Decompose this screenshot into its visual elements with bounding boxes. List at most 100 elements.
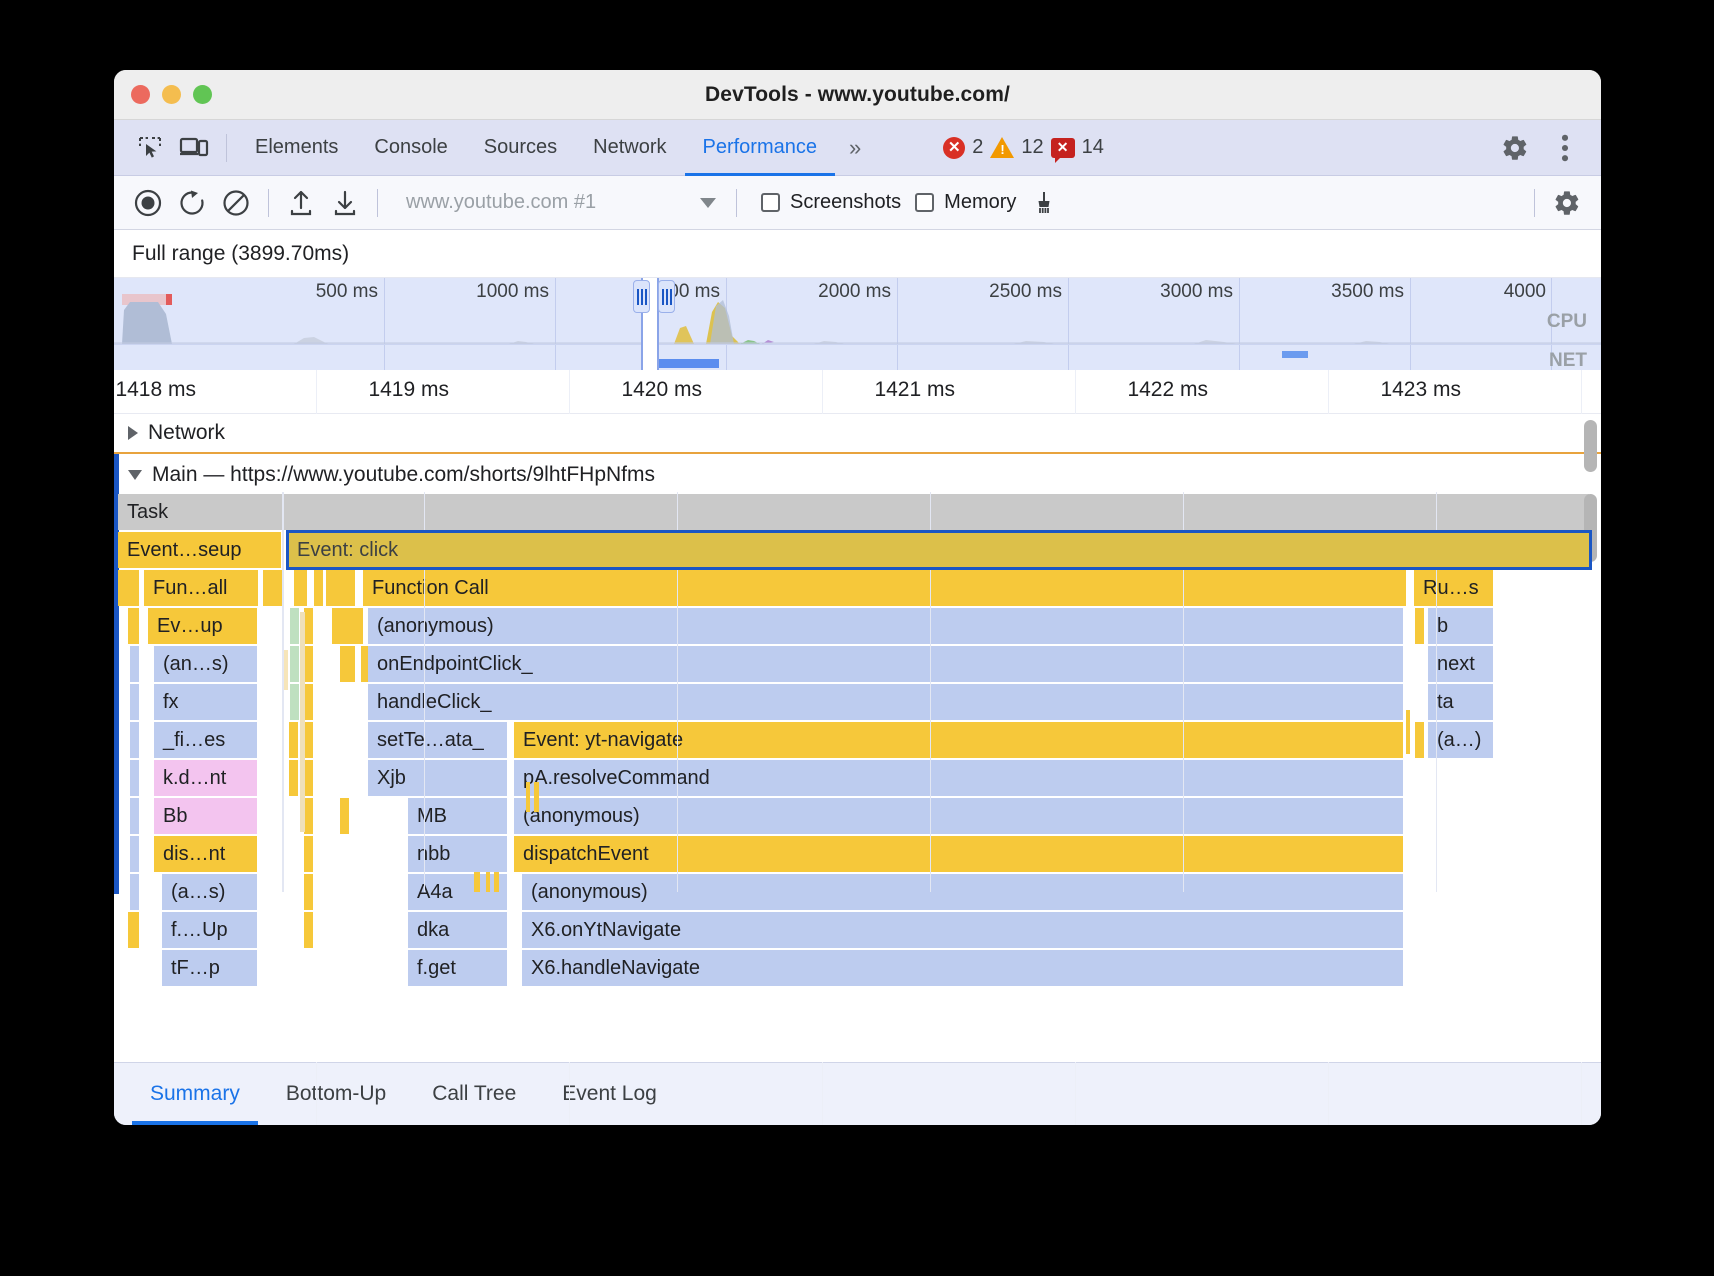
tab-sources[interactable]: Sources bbox=[466, 120, 575, 176]
flame-bar-fx[interactable]: fx bbox=[154, 684, 258, 720]
device-toolbar-icon[interactable] bbox=[172, 128, 216, 168]
flame-bar-mb[interactable]: MB bbox=[408, 798, 508, 834]
flame-bar-segment[interactable] bbox=[128, 608, 140, 644]
flame-bar-segment[interactable] bbox=[289, 760, 299, 796]
overview-right-handle[interactable] bbox=[658, 280, 675, 313]
flame-bar-pa-resolvecommand[interactable]: pA.resolveCommand bbox=[514, 760, 1404, 796]
track-header-main[interactable]: Main — https://www.youtube.com/shorts/9l… bbox=[114, 456, 655, 494]
flame-bar-a-s[interactable]: (a…s) bbox=[162, 874, 258, 910]
flame-bar-fun-all[interactable]: Fun…all bbox=[144, 570, 259, 606]
flame-bar-a4a[interactable]: A4a bbox=[408, 874, 508, 910]
flame-bar-segment[interactable] bbox=[294, 570, 308, 606]
reload-record-icon[interactable] bbox=[170, 183, 214, 223]
flame-bar-segment[interactable] bbox=[332, 608, 364, 644]
screenshots-checkbox[interactable]: Screenshots bbox=[761, 191, 901, 214]
error-counter[interactable]: ✕ 2 bbox=[943, 136, 983, 159]
flame-bar-segment[interactable] bbox=[130, 722, 140, 758]
tab-elements[interactable]: Elements bbox=[237, 120, 356, 176]
violation-counter[interactable]: ✕ 14 bbox=[1051, 136, 1104, 159]
timeline-overview[interactable]: 500 ms 1000 ms 1500 ms 2000 ms 2500 ms 3… bbox=[114, 278, 1601, 370]
kebab-menu-icon[interactable] bbox=[1543, 128, 1587, 168]
flame-bar-segment[interactable] bbox=[304, 836, 314, 872]
flame-bar-x6-onytnavigate[interactable]: X6.onYtNavigate bbox=[522, 912, 1404, 948]
flame-bar-segment[interactable] bbox=[290, 646, 300, 682]
flame-bar-dispatchevent[interactable]: dispatchEvent bbox=[514, 836, 1404, 872]
flame-bar-segment[interactable] bbox=[290, 608, 300, 644]
flame-bar-segment[interactable] bbox=[289, 722, 299, 758]
flame-bar-nbb[interactable]: nbb bbox=[408, 836, 508, 872]
flame-bar-segment[interactable] bbox=[304, 684, 314, 720]
flame-bar-segment[interactable] bbox=[263, 570, 283, 606]
collect-garbage-icon[interactable] bbox=[1022, 183, 1066, 223]
track-header-network[interactable]: Network bbox=[114, 414, 225, 452]
memory-checkbox[interactable]: Memory bbox=[915, 191, 1016, 214]
flame-bar-segment[interactable] bbox=[304, 798, 314, 834]
tab-call-tree[interactable]: Call Tree bbox=[414, 1063, 534, 1125]
flame-bar-xjb[interactable]: Xjb bbox=[368, 760, 508, 796]
upload-profile-icon[interactable] bbox=[279, 183, 323, 223]
flame-bar-f-get[interactable]: f.get bbox=[408, 950, 508, 986]
flame-bar-segment[interactable] bbox=[130, 646, 140, 682]
more-tabs-button[interactable]: » bbox=[835, 135, 873, 161]
flame-bar-dka[interactable]: dka bbox=[408, 912, 508, 948]
tab-bottom-up[interactable]: Bottom-Up bbox=[268, 1063, 404, 1125]
flame-bar-f-up[interactable]: f.…Up bbox=[162, 912, 258, 948]
flame-bar-anonymous[interactable]: (anonymous) bbox=[522, 874, 1404, 910]
flame-bar-a[interactable]: (a…) bbox=[1428, 722, 1494, 758]
flame-bar-next[interactable]: next bbox=[1428, 646, 1494, 682]
flame-bar-ev-up[interactable]: Ev…up bbox=[148, 608, 258, 644]
flame-bar-segment[interactable] bbox=[326, 570, 356, 606]
flame-bar-dis-nt[interactable]: dis…nt bbox=[154, 836, 258, 872]
flame-bar-segment[interactable] bbox=[130, 684, 140, 720]
flame-bar-tf-p[interactable]: tF…p bbox=[162, 950, 258, 986]
flame-bar-segment[interactable] bbox=[130, 798, 140, 834]
flame-bar-segment[interactable] bbox=[128, 912, 140, 948]
flame-bar-fi-es[interactable]: _fi…es bbox=[154, 722, 258, 758]
tab-summary[interactable]: Summary bbox=[132, 1063, 258, 1125]
flame-bar-segment[interactable] bbox=[290, 684, 300, 720]
tab-network[interactable]: Network bbox=[575, 120, 684, 176]
flame-bar-segment[interactable] bbox=[304, 912, 314, 948]
inspect-element-icon[interactable] bbox=[128, 128, 172, 168]
flame-bar-segment[interactable] bbox=[130, 760, 140, 796]
flame-bar-segment[interactable] bbox=[1415, 608, 1425, 644]
overview-left-handle[interactable] bbox=[633, 280, 650, 313]
flame-bar-segment[interactable] bbox=[304, 722, 314, 758]
flame-bar-sette-ata[interactable]: setTe…ata_ bbox=[368, 722, 508, 758]
flame-bar-ta[interactable]: ta bbox=[1428, 684, 1494, 720]
flame-bar-function-call[interactable]: Function Call bbox=[363, 570, 1407, 606]
flame-scrollbar-thumb-top[interactable] bbox=[1584, 420, 1597, 472]
flame-bar-k-d-nt[interactable]: k.d…nt bbox=[154, 760, 258, 796]
record-circle-icon[interactable] bbox=[126, 183, 170, 223]
gear-icon[interactable] bbox=[1493, 128, 1537, 168]
flame-chart[interactable]: Network Main — https://www.youtube.com/s… bbox=[114, 414, 1601, 1062]
flame-bar-event-click[interactable]: Event: click bbox=[288, 532, 1590, 568]
clear-icon[interactable] bbox=[214, 183, 258, 223]
flame-bar-event-seup[interactable]: Event…seup bbox=[118, 532, 282, 568]
tab-event-log[interactable]: Event Log bbox=[544, 1063, 675, 1125]
flame-bar-segment[interactable] bbox=[130, 836, 140, 872]
flame-bar-event-yt-navigate[interactable]: Event: yt-navigate bbox=[514, 722, 1404, 758]
capture-settings-gear-icon[interactable] bbox=[1545, 183, 1589, 223]
tab-console[interactable]: Console bbox=[356, 120, 465, 176]
flame-bar-segment[interactable] bbox=[340, 646, 356, 682]
flame-bar-ru-s[interactable]: Ru…s bbox=[1414, 570, 1494, 606]
flame-bar-segment[interactable] bbox=[304, 874, 314, 910]
flame-bar-an-s[interactable]: (an…s) bbox=[154, 646, 258, 682]
flame-bar-task[interactable]: Task bbox=[118, 494, 1590, 530]
flame-bar-anonymous[interactable]: (anonymous) bbox=[368, 608, 1404, 644]
flame-bar-segment[interactable] bbox=[304, 608, 314, 644]
tab-performance[interactable]: Performance bbox=[685, 120, 836, 176]
flame-bar-segment[interactable] bbox=[118, 570, 140, 606]
flame-bar-segment[interactable] bbox=[304, 760, 314, 796]
flame-bar-b[interactable]: b bbox=[1428, 608, 1494, 644]
flame-bar-segment[interactable] bbox=[304, 646, 314, 682]
flame-bar-segment[interactable] bbox=[314, 570, 324, 606]
flame-bar-onendpointclick[interactable]: onEndpointClick_ bbox=[368, 646, 1404, 682]
flame-bar-segment[interactable] bbox=[340, 798, 350, 834]
profile-selector[interactable]: www.youtube.com #1 bbox=[406, 191, 726, 214]
flame-bar-segment[interactable] bbox=[130, 874, 140, 910]
download-profile-icon[interactable] bbox=[323, 183, 367, 223]
flame-bar-segment[interactable] bbox=[1415, 722, 1425, 758]
flame-bar-handleclick[interactable]: handleClick_ bbox=[368, 684, 1404, 720]
